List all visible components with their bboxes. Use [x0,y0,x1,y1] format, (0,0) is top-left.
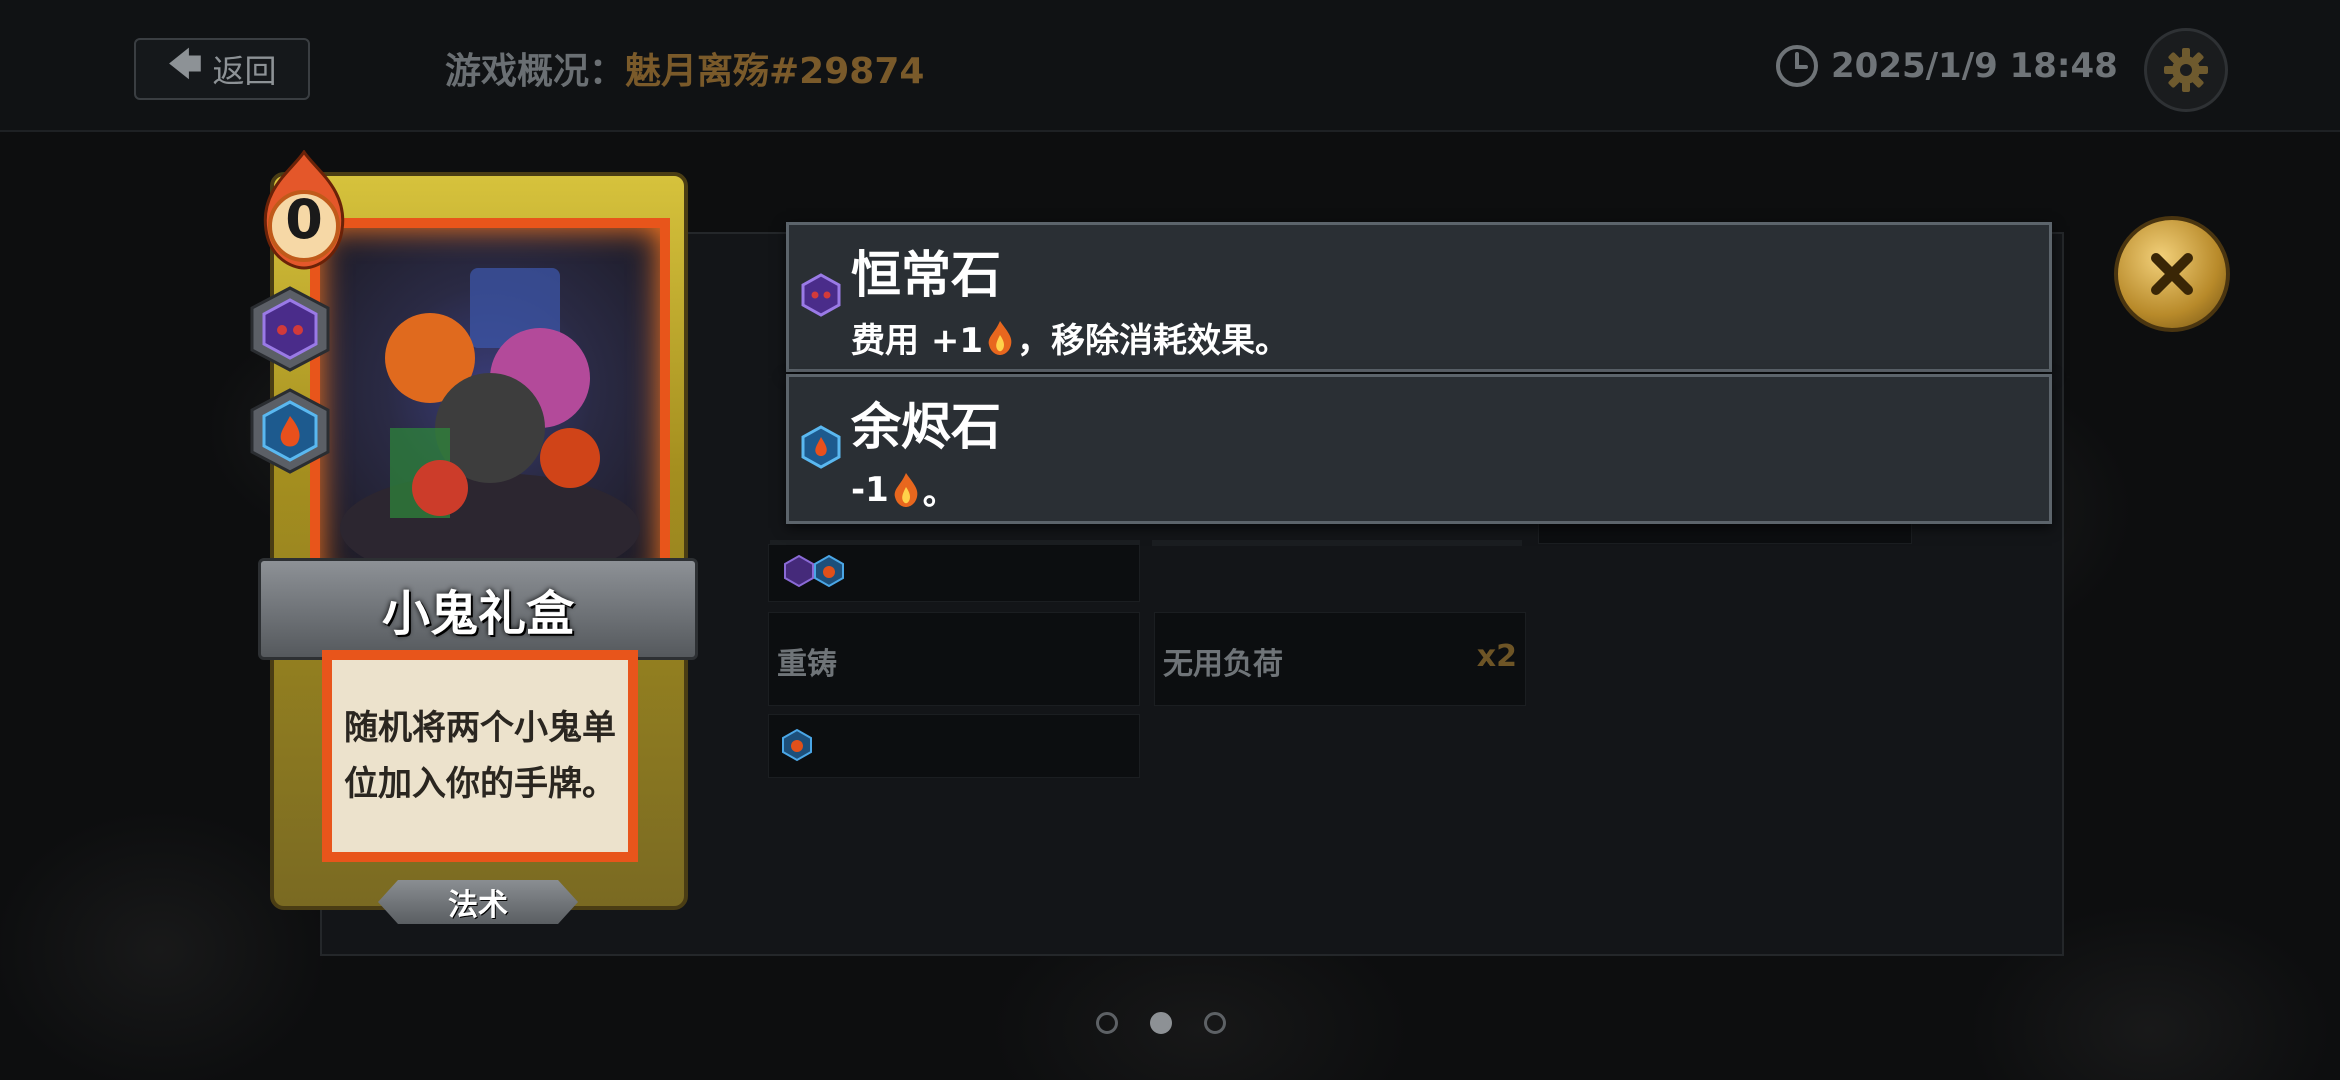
back-button[interactable]: 🡄 返回 [134,38,310,100]
arrow-left-icon: 🡄 [167,44,203,85]
card-artwork [310,218,670,598]
tooltip-desc-text: 。 [922,473,957,513]
gem-tooltip: 恒常石 费用 +1 ，移除消耗效果。 [786,222,2052,372]
purple-gem-icon [250,286,330,372]
player-name: 魅月离殇#29874 [625,51,925,92]
page-dot[interactable] [1096,1012,1118,1034]
purple-gem-icon [801,273,841,317]
card-description: 随机将两个小鬼单位加入你的手牌。 [322,650,638,862]
deck-cell [1152,540,1522,546]
pagination [1096,1012,1226,1034]
card-detail: 0 小鬼礼盒 随机将两个小鬼单位加入你的手牌。 法术 [248,150,698,930]
tooltip-desc-text: -1 [851,469,889,510]
card-name: 小鬼礼盒 [258,558,698,660]
tooltip-title: 余烬石 [851,398,1001,456]
back-label: 返回 [212,52,277,90]
overview-label: 游戏概况： [445,51,626,92]
close-button[interactable] [2114,216,2230,332]
tooltip-desc-text: 费用 +1 [851,321,983,361]
page-dot-active[interactable] [1150,1012,1172,1034]
blue-gem-icon [801,425,841,469]
flame-icon [894,472,918,507]
deck-item-useless-load[interactable]: 无用负荷 x2 [1154,612,1526,706]
clock-icon [1776,45,1818,87]
settings-button[interactable] [2144,28,2228,112]
gem-tooltip: 余烬石 -1 。 [786,374,2052,524]
card-art-illustration [340,268,640,583]
tooltip-title: 恒常石 [851,246,1001,304]
flame-icon [988,320,1012,355]
blue-gem-icon [250,388,330,474]
deck-item-recast[interactable]: 重铸 [768,612,1140,706]
deck-item-label: 重铸 [777,647,837,682]
purple-gem-icon [782,554,816,588]
game-overview-title: 游戏概况：魅月离殇#29874 [445,42,924,94]
blue-gem-icon [812,554,846,588]
datetime-text: 2025/1/9 18:48 [1831,46,2118,86]
deck-item-label: 无用负荷 [1163,647,1283,682]
page-dot[interactable] [1204,1012,1226,1034]
gear-icon [2164,48,2208,92]
deck-item-count: x2 [1476,639,1517,674]
tooltip-description: 费用 +1 ，移除消耗效果。 [851,313,1289,362]
card-cost: 0 [285,188,323,251]
datetime-display: 2025/1/9 18:48 [1775,44,2118,88]
blue-gem-icon [780,728,814,762]
card-type: 法术 [378,880,578,924]
close-icon [2151,253,2193,295]
deck-cell [768,714,1140,778]
top-bar: 🡄 返回 游戏概况：魅月离殇#29874 2025/1/9 18:48 [0,0,2340,132]
tooltip-desc-text: ，移除消耗效果。 [1016,321,1289,361]
tooltip-description: -1 。 [851,465,957,514]
